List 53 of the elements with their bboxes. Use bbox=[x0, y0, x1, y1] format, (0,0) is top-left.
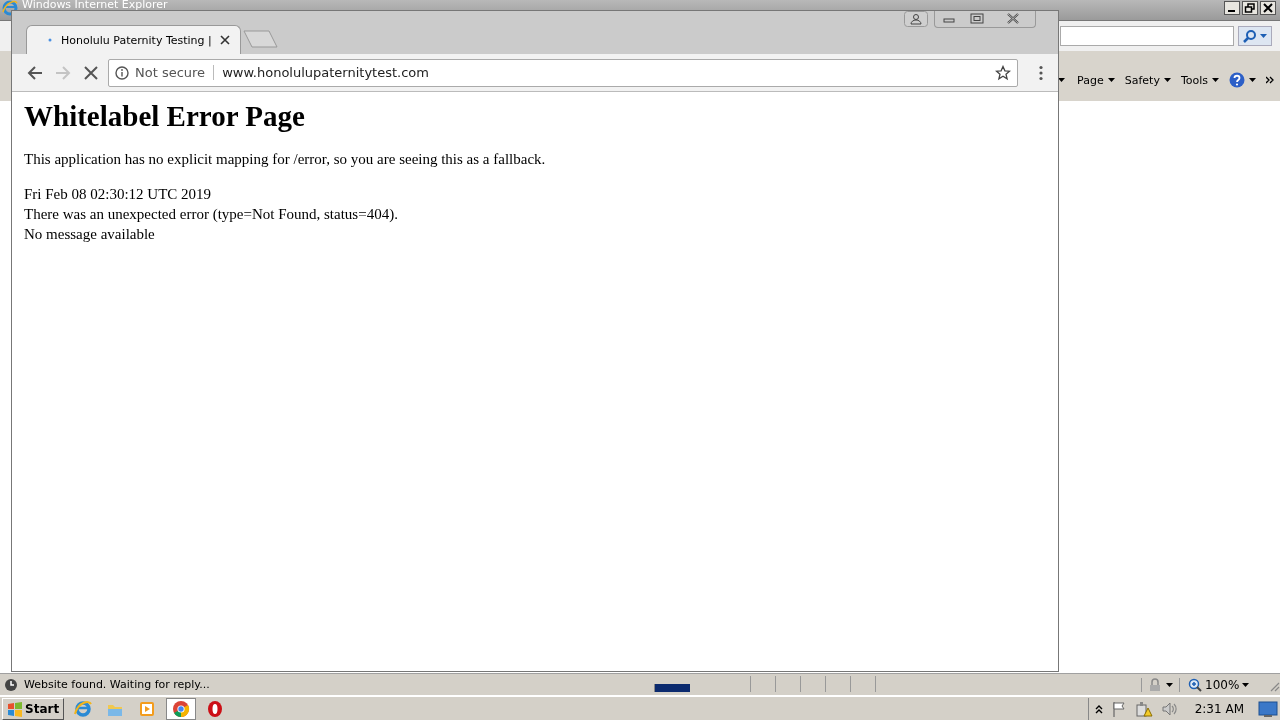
address-bar[interactable]: Not secure www.honolulupaternitytest.com bbox=[108, 58, 1018, 87]
clock-text: 2:31 AM bbox=[1194, 701, 1244, 716]
windows-logo-icon bbox=[7, 700, 23, 717]
search-field[interactable] bbox=[1060, 26, 1234, 46]
browser-icon bbox=[74, 699, 93, 718]
chevron-up-icon[interactable] bbox=[1094, 703, 1103, 714]
close-icon[interactable] bbox=[1260, 1, 1276, 15]
security-label: Not secure bbox=[135, 65, 215, 80]
page-paragraph: This application has no explicit mapping for /error, so you are seeing this as a fallback. bbox=[24, 151, 547, 168]
page-text: Fri Feb 08 02:30:12 UTC 2019 bbox=[24, 185, 213, 204]
caret-icon bbox=[1107, 78, 1115, 82]
browser-tab[interactable]: Honolulu Paternity Testing | bbox=[26, 25, 241, 54]
restore-icon[interactable] bbox=[1242, 1, 1258, 15]
loading-icon bbox=[4, 678, 18, 692]
security-button[interactable] bbox=[1141, 678, 1180, 692]
browser-logo-icon bbox=[2, 0, 18, 16]
caret-icon bbox=[1260, 34, 1267, 38]
page-text: No message available bbox=[24, 225, 156, 244]
caret-icon bbox=[1163, 78, 1171, 82]
page-heading: Whitelabel Error Page bbox=[24, 100, 306, 133]
network-warning-icon[interactable] bbox=[1134, 700, 1153, 717]
minimize-icon[interactable] bbox=[1224, 1, 1240, 15]
profile-button[interactable] bbox=[904, 11, 928, 27]
search-button[interactable] bbox=[1238, 26, 1272, 46]
caret-icon bbox=[1212, 78, 1219, 82]
caret-icon bbox=[1249, 78, 1256, 82]
zoom-button[interactable]: 100% bbox=[1180, 678, 1270, 692]
menu-button[interactable]: Safety bbox=[1124, 73, 1171, 87]
url-text: www.honolulupaternitytest.com bbox=[221, 65, 429, 80]
chrome-icon bbox=[172, 699, 191, 718]
star-icon[interactable] bbox=[995, 64, 1011, 81]
zoom-icon bbox=[1188, 678, 1202, 692]
menu-button[interactable]: Tools bbox=[1180, 73, 1219, 87]
page-text: There was an unexpected error (type=Not Found, status=404). bbox=[24, 205, 399, 224]
info-icon bbox=[115, 65, 129, 80]
start-button[interactable]: Start bbox=[2, 697, 65, 720]
window-title: Windows Internet Explorer bbox=[22, 0, 168, 11]
help-button[interactable] bbox=[1229, 72, 1256, 88]
taskbar-button[interactable] bbox=[166, 697, 197, 720]
caret-icon bbox=[1242, 683, 1250, 687]
caret-icon[interactable] bbox=[1058, 78, 1066, 82]
resize-grip-icon bbox=[1270, 682, 1280, 692]
lock-icon bbox=[1148, 678, 1162, 692]
status-text: Website found. Waiting for reply... bbox=[24, 679, 210, 691]
search-icon bbox=[1243, 29, 1257, 43]
chevron-icon[interactable] bbox=[1266, 76, 1274, 84]
close-icon[interactable] bbox=[219, 35, 230, 45]
caret-icon bbox=[1166, 683, 1173, 687]
help-icon bbox=[1229, 72, 1245, 88]
show-desktop-icon[interactable] bbox=[1258, 699, 1278, 718]
flag-icon[interactable] bbox=[1110, 700, 1127, 717]
menu-button[interactable]: Page bbox=[1077, 73, 1115, 87]
volume-icon[interactable] bbox=[1160, 700, 1179, 717]
